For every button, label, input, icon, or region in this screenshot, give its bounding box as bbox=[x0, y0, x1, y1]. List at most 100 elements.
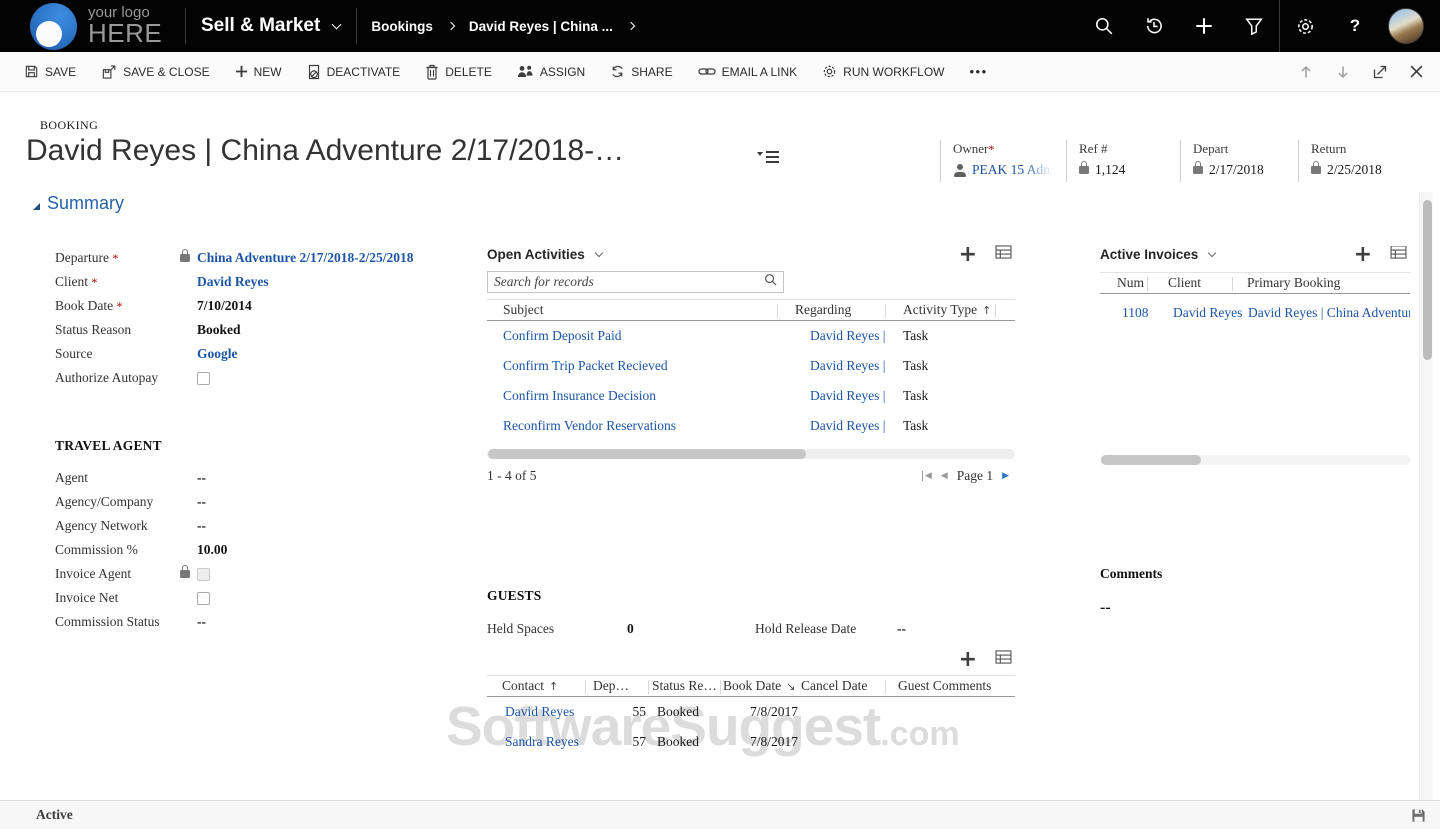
activity-regarding: David Reyes |… bbox=[805, 381, 885, 411]
column-header-activity-type[interactable]: Activity Type ↑ bbox=[903, 300, 991, 320]
field-source: Source Google bbox=[55, 342, 475, 366]
popout-icon[interactable] bbox=[1373, 65, 1387, 79]
add-invoice-button[interactable]: + bbox=[1354, 247, 1372, 263]
column-header-guest-comments[interactable]: Guest Comments bbox=[898, 676, 991, 696]
activity-type: Task bbox=[903, 411, 928, 441]
delete-button[interactable]: DELETE bbox=[425, 64, 492, 80]
user-avatar[interactable] bbox=[1388, 8, 1424, 44]
guest-contact-link[interactable]: Sandra Reyes bbox=[505, 727, 585, 757]
column-header-primary-booking[interactable]: Primary Booking bbox=[1247, 273, 1340, 293]
company-logo: your logo HERE bbox=[0, 3, 185, 50]
form-selector-icon[interactable] bbox=[757, 151, 779, 158]
field-authorize-autopay: Authorize Autopay bbox=[55, 366, 475, 390]
share-button[interactable]: SHARE bbox=[610, 64, 672, 79]
recent-items-icon[interactable] bbox=[1129, 0, 1179, 52]
regarding-link[interactable]: David Reyes |… bbox=[810, 328, 885, 344]
invoice-net-checkbox[interactable] bbox=[197, 592, 210, 605]
run-workflow-button[interactable]: RUN WORKFLOW bbox=[822, 64, 944, 79]
column-header-book-date[interactable]: Book Date ↘ bbox=[723, 676, 795, 696]
activities-hscrollbar[interactable] bbox=[487, 449, 1015, 459]
field-invoice-net: Invoice Net bbox=[55, 586, 475, 610]
close-icon[interactable] bbox=[1410, 65, 1423, 78]
more-commands-button[interactable]: ••• bbox=[970, 64, 988, 79]
guest-contact-link[interactable]: David Reyes bbox=[505, 697, 585, 727]
departure-link[interactable]: China Adventure 2/17/2018-2/25/2018 bbox=[197, 250, 414, 266]
activities-grid-header: Subject Regarding Activity Type ↑ bbox=[487, 299, 1015, 321]
owner-link[interactable]: PEAK 15 Admin bbox=[972, 162, 1056, 178]
quick-create-icon[interactable] bbox=[1179, 0, 1229, 52]
search-icon[interactable] bbox=[764, 273, 777, 291]
lock-icon bbox=[1079, 166, 1089, 174]
column-header-dep[interactable]: Dep… bbox=[593, 676, 629, 696]
first-page-icon[interactable]: ◀ bbox=[922, 471, 931, 481]
column-header-subject[interactable]: Subject bbox=[503, 300, 544, 320]
search-icon[interactable] bbox=[1079, 0, 1129, 52]
activity-row: Confirm Trip Packet Recieved David Reyes… bbox=[487, 351, 1015, 381]
open-activities-title[interactable]: Open Activities bbox=[487, 247, 585, 262]
settings-gear-icon[interactable] bbox=[1280, 0, 1330, 52]
scrollbar-thumb[interactable] bbox=[1101, 455, 1201, 465]
regarding-link[interactable]: David Reyes |… bbox=[810, 418, 885, 434]
next-page-icon[interactable]: ▶ bbox=[1002, 471, 1009, 481]
regarding-link[interactable]: David Reyes |… bbox=[810, 358, 885, 374]
guest-row: David Reyes 55 Booked 7/8/2017 bbox=[487, 697, 1015, 727]
save-button[interactable]: SAVE bbox=[24, 64, 76, 79]
column-header-regarding[interactable]: Regarding bbox=[795, 300, 851, 320]
column-header-num[interactable]: Num bbox=[1117, 273, 1144, 293]
column-header-contact[interactable]: Contact ↑ bbox=[502, 676, 558, 696]
save-and-close-button[interactable]: SAVE & CLOSE bbox=[101, 64, 209, 80]
guests-grid-view-icon[interactable] bbox=[995, 650, 1012, 669]
invoice-num-link[interactable]: 1108 bbox=[1122, 298, 1149, 328]
next-record-icon[interactable] bbox=[1336, 65, 1350, 79]
open-grid-view-icon[interactable] bbox=[995, 245, 1012, 264]
source-link[interactable]: Google bbox=[197, 346, 238, 362]
email-link-button[interactable]: EMAIL A LINK bbox=[698, 65, 798, 79]
assign-button[interactable]: ASSIGN bbox=[517, 64, 585, 79]
filter-icon[interactable] bbox=[1229, 0, 1279, 52]
page-vscrollbar[interactable] bbox=[1419, 192, 1433, 800]
invoice-primary-booking-link[interactable]: David Reyes | China Adventure 2 bbox=[1248, 298, 1410, 328]
breadcrumb-record[interactable]: David Reyes | China ... bbox=[469, 19, 613, 34]
activity-subject-link[interactable]: Confirm Trip Packet Recieved bbox=[503, 351, 773, 381]
deactivate-button[interactable]: DEACTIVATE bbox=[307, 64, 401, 80]
command-bar: SAVE SAVE & CLOSE NEW DEACTIVATE DELETE … bbox=[0, 52, 1440, 92]
new-button[interactable]: NEW bbox=[235, 65, 282, 79]
column-header-client[interactable]: Client bbox=[1168, 273, 1201, 293]
field-commission-status: Commission Status -- bbox=[55, 610, 475, 634]
regarding-link[interactable]: David Reyes |… bbox=[810, 388, 885, 404]
header-field-ref: Ref # 1,124 bbox=[1066, 140, 1180, 182]
app-switcher[interactable]: Sell & Market bbox=[186, 15, 356, 37]
summary-field-list: Departure * China Adventure 2/17/2018-2/… bbox=[55, 246, 475, 390]
activity-row: Confirm Insurance Decision David Reyes |… bbox=[487, 381, 1015, 411]
search-input[interactable] bbox=[494, 274, 764, 290]
add-guest-button[interactable]: + bbox=[959, 652, 977, 668]
invoice-row: 1108 David Reyes David Reyes | China Adv… bbox=[1100, 298, 1410, 328]
activity-regarding: David Reyes |… bbox=[805, 351, 885, 381]
activity-subject-link[interactable]: Reconfirm Vendor Reservations bbox=[503, 411, 773, 441]
field-commission-pct: Commission % 10.00 bbox=[55, 538, 475, 562]
active-invoices-title[interactable]: Active Invoices bbox=[1100, 247, 1198, 262]
required-marker: * bbox=[988, 142, 994, 156]
activity-subject-link[interactable]: Confirm Insurance Decision bbox=[503, 381, 773, 411]
invoices-hscrollbar[interactable] bbox=[1100, 455, 1410, 465]
activity-subject-link[interactable]: Confirm Deposit Paid bbox=[503, 321, 773, 351]
previous-page-icon[interactable]: ◀ bbox=[941, 471, 948, 481]
breadcrumb-bookings[interactable]: Bookings bbox=[371, 19, 433, 34]
column-header-cancel-date[interactable]: Cancel Date bbox=[801, 676, 867, 696]
invoice-client-link[interactable]: David Reyes bbox=[1173, 298, 1242, 328]
previous-record-icon[interactable] bbox=[1299, 65, 1313, 79]
footer-save-icon[interactable] bbox=[1411, 808, 1426, 823]
client-link[interactable]: David Reyes bbox=[197, 274, 269, 290]
scrollbar-thumb[interactable] bbox=[488, 449, 806, 459]
column-header-status[interactable]: Status Re… bbox=[652, 676, 717, 696]
guest-status: Booked bbox=[657, 697, 699, 727]
add-activity-button[interactable]: + bbox=[959, 247, 977, 263]
field-agency-company: Agency/Company -- bbox=[55, 490, 475, 514]
help-icon[interactable]: ? bbox=[1330, 0, 1380, 52]
scrollbar-thumb[interactable] bbox=[1423, 200, 1432, 360]
page-title: David Reyes | China Adventure 2/17/2018-… bbox=[26, 134, 624, 168]
invoices-grid-view-icon[interactable] bbox=[1390, 246, 1407, 264]
authorize-autopay-checkbox[interactable] bbox=[197, 372, 210, 385]
tab-summary[interactable]: Summary bbox=[33, 193, 124, 214]
activity-row: Reconfirm Vendor Reservations David Reye… bbox=[487, 411, 1015, 441]
